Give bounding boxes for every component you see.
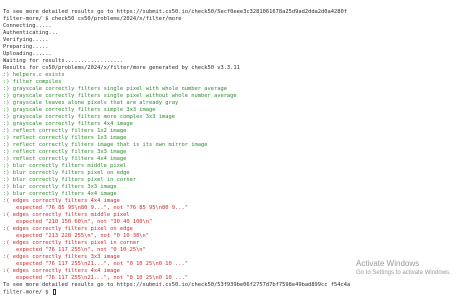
terminal-line-text: :) reflect correctly filters 1x3 image (3, 135, 127, 141)
terminal-line: :) reflect correctly filters 1x3 image (3, 135, 469, 142)
terminal-line-text: Verifying..... (3, 37, 49, 43)
terminal-line-text: :( edges correctly filters pixel in corn… (3, 240, 140, 246)
terminal-line-text: expected "76 117 255\n", not "0 10 25\n" (3, 247, 146, 253)
terminal-line: :) helpers.c exists (3, 72, 469, 79)
terminal-line-text: Results for cs50/problems/2024/x/filter/… (3, 65, 240, 71)
terminal-line: expected "76 117 255\n", not "0 10 25\n" (3, 247, 469, 254)
terminal-line: :) grayscale correctly filters single pi… (3, 86, 469, 93)
terminal-line: To see more detailed results go to https… (3, 282, 469, 289)
terminal-line: :) grayscale leaves alone pixels that ar… (3, 100, 469, 107)
terminal-line: Waiting for results.................. (3, 58, 469, 65)
terminal-line-text: Preparing..... (3, 44, 49, 50)
terminal-line-text: :) reflect correctly filters 3x3 image (3, 149, 127, 155)
terminal-line: Connecting..... (3, 23, 469, 30)
terminal-line: :) reflect correctly filters image that … (3, 142, 469, 149)
terminal-line-text: Uploading...... (3, 51, 52, 57)
terminal-line-text: :) reflect correctly filters 4x4 image (3, 156, 127, 162)
watermark-title: Activate Windows (356, 259, 420, 268)
terminal-line: :) reflect correctly filters 3x3 image (3, 149, 469, 156)
terminal-line: filter-more/ $ (3, 289, 469, 296)
terminal-line: :) reflect correctly filters 4x4 image (3, 156, 469, 163)
terminal-line: :) grayscale correctly filters single pi… (3, 93, 469, 100)
terminal-line-text: :) helpers.c exists (3, 72, 65, 78)
terminal-line-text: :) grayscale leaves alone pixels that ar… (3, 100, 179, 106)
terminal-line-text: To see more detailed results go to https… (3, 282, 351, 288)
terminal-line-text: :) grayscale correctly filters simple 3x… (3, 107, 156, 113)
terminal-line: :) grayscale correctly filters 4x4 image (3, 121, 469, 128)
terminal-line: To see more detailed results go to https… (3, 9, 469, 16)
terminal-line: expected "76 85 95\n80 9...", not "76 85… (3, 205, 469, 212)
terminal-line-text: expected "76 85 95\n80 9...", not "76 85… (3, 205, 188, 211)
terminal-line-text: expected "210 150 60\n", not "30 40 100\… (3, 219, 153, 225)
terminal-line: :) blur correctly filters pixel in corne… (3, 177, 469, 184)
terminal-line: :( edges correctly filters 4x4 image (3, 198, 469, 205)
terminal-line-text: :) blur correctly filters pixel in corne… (3, 177, 137, 183)
terminal-line-text: filter-more/ $ check50 cs50/problems/202… (3, 16, 182, 22)
terminal-line-text: expected "76 117 255\n21...", not "0 10 … (3, 261, 188, 267)
terminal-line: :( edges correctly filters middle pixel (3, 212, 469, 219)
terminal-line: :) filter compiles (3, 79, 469, 86)
terminal-line: :) blur correctly filters pixel on edge (3, 170, 469, 177)
terminal-line-text: :( edges correctly filters 3x3 image (3, 254, 120, 260)
terminal-line-text: To see more detailed results go to https… (3, 9, 348, 15)
terminal-line-text: :) grayscale correctly filters single pi… (3, 86, 227, 92)
terminal-line: filter-more/ $ check50 cs50/problems/202… (3, 16, 469, 23)
terminal-line: :) blur correctly filters 3x3 image (3, 184, 469, 191)
terminal-line-text: Waiting for results.................. (3, 58, 124, 64)
terminal-line-text: :) blur correctly filters 4x4 image (3, 191, 117, 197)
watermark-subtitle: Go to Settings to activate Windows. (356, 270, 451, 276)
terminal-line-text: :( edges correctly filters 4x4 image (3, 268, 120, 274)
terminal-output[interactable]: To see more detailed results go to https… (3, 9, 469, 296)
terminal-line: :) blur correctly filters middle pixel (3, 163, 469, 170)
terminal-line: :) grayscale correctly filters more comp… (3, 114, 469, 121)
terminal-line: expected "210 150 60\n", not "30 40 100\… (3, 219, 469, 226)
terminal-line: expected "213 228 255\n", not "0 10 30\n… (3, 233, 469, 240)
terminal-line-text: expected "76 117 255\n21...", not "0 10 … (3, 275, 188, 281)
terminal-line: :( edges correctly filters pixel in corn… (3, 240, 469, 247)
terminal-line: Results for cs50/problems/2024/x/filter/… (3, 65, 469, 72)
terminal-line-text: :) reflect correctly filters image that … (3, 142, 208, 148)
terminal-line-text: :( edges correctly filters 4x4 image (3, 198, 120, 204)
terminal-line: Preparing..... (3, 44, 469, 51)
terminal-line-text: :) grayscale correctly filters 4x4 image (3, 121, 133, 127)
terminal-line: :) reflect correctly filters 1x2 image (3, 128, 469, 135)
terminal-line-text: expected "213 228 255\n", not "0 10 30\n… (3, 233, 150, 239)
terminal-line-text: :) grayscale correctly filters single pi… (3, 93, 237, 99)
terminal-line-text: :) blur correctly filters 3x3 image (3, 184, 117, 190)
terminal-line: Verifying..... (3, 37, 469, 44)
terminal-line: Authenticating... (3, 30, 469, 37)
terminal-line-text: :) blur correctly filters pixel on edge (3, 170, 130, 176)
terminal-line-text: filter-more/ $ (3, 289, 52, 296)
terminal-line-text: :( edges correctly filters pixel on edge (3, 226, 133, 232)
terminal-line: :( edges correctly filters pixel on edge (3, 226, 469, 233)
terminal-line-text: Authenticating... (3, 30, 59, 36)
terminal-line: :) blur correctly filters 4x4 image (3, 191, 469, 198)
activate-windows-watermark: Activate Windows Go to Settings to activ… (356, 259, 451, 277)
terminal-line-text: Connecting..... (3, 23, 52, 29)
terminal-line-text: :) blur correctly filters middle pixel (3, 163, 127, 169)
terminal-line-text: :( edges correctly filters middle pixel (3, 212, 130, 218)
terminal-line-text: :) grayscale correctly filters more comp… (3, 114, 176, 120)
terminal-line: Uploading...... (3, 51, 469, 58)
terminal-line-text: :) reflect correctly filters 1x2 image (3, 128, 127, 134)
terminal-line: :) grayscale correctly filters simple 3x… (3, 107, 469, 114)
terminal-line-text: :) filter compiles (3, 79, 62, 85)
